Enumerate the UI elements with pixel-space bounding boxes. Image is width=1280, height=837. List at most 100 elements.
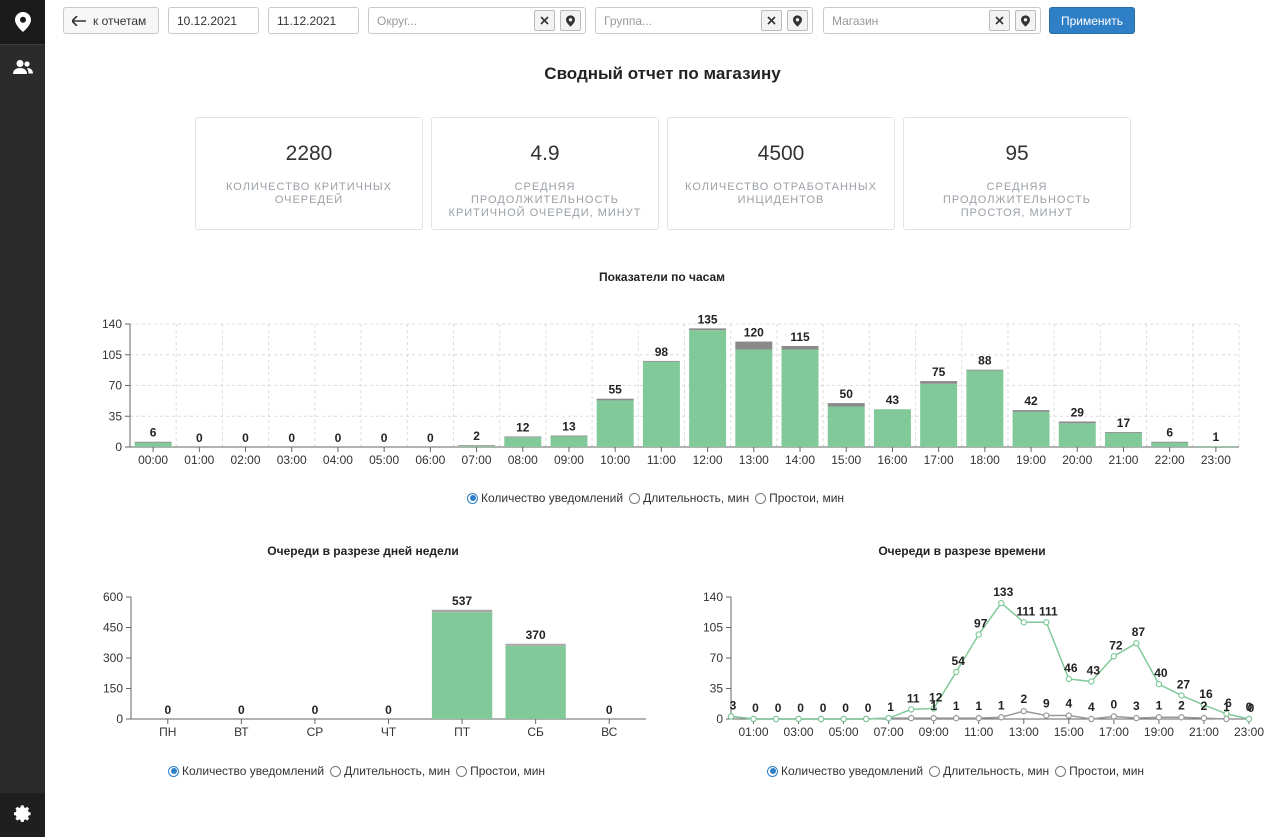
group-select: Группа... (595, 7, 813, 34)
x-tick-label: 07:00 (874, 725, 904, 739)
bar (735, 349, 773, 447)
data-point (1020, 619, 1027, 626)
date-from-input[interactable]: 10.12.2021 (168, 7, 259, 34)
kpi-card: 2280 Количество критичных очередей (195, 117, 423, 230)
data-label-secondary: 1 (975, 699, 982, 713)
bar-segment (966, 369, 1004, 371)
data-label-secondary: 4 (1088, 700, 1095, 714)
data-label-secondary: 0 (1246, 700, 1253, 714)
date-to-input[interactable]: 11.12.2021 (268, 7, 359, 34)
y-tick-label: 600 (103, 590, 123, 604)
data-point (1178, 714, 1185, 721)
map-marker-icon (1021, 14, 1030, 27)
data-label: 0 (381, 431, 388, 445)
data-label: 135 (698, 312, 718, 326)
y-tick-label: 140 (102, 317, 122, 331)
x-tick-label: 05:00 (369, 453, 399, 467)
bar (505, 645, 566, 719)
data-point (1065, 675, 1073, 683)
data-label: 27 (1177, 677, 1191, 691)
data-label: 0 (865, 701, 872, 715)
data-point (1245, 715, 1253, 723)
bar (873, 409, 911, 447)
data-label: 88 (978, 354, 992, 368)
radio-icon (629, 492, 641, 504)
data-point (998, 714, 1005, 721)
radio-duration[interactable]: Длительность, мин (330, 764, 450, 778)
radio-notifications[interactable]: Количество уведомлений (467, 491, 623, 505)
data-point (1088, 715, 1095, 723)
bar-segment (134, 441, 172, 443)
radio-icon (330, 765, 342, 777)
radio-notifications[interactable]: Количество уведомлений (767, 764, 923, 778)
date-from-value: 10.12.2021 (177, 13, 238, 28)
data-point (1043, 712, 1050, 719)
data-label-secondary: 2 (1020, 692, 1027, 706)
data-label: 0 (164, 703, 171, 717)
okrug-map-button[interactable] (560, 10, 581, 31)
group-map-button[interactable] (787, 10, 808, 31)
bar (596, 400, 634, 447)
sidebar-item-map[interactable] (0, 0, 45, 44)
shop-clear-button[interactable] (989, 10, 1010, 31)
data-point (885, 714, 892, 722)
gear-icon (13, 805, 31, 822)
radio-icon (456, 765, 468, 777)
apply-button[interactable]: Применить (1049, 7, 1135, 34)
data-label: 97 (974, 616, 988, 630)
bar-segment (1104, 432, 1142, 433)
data-label: 6 (1225, 696, 1232, 710)
data-point (975, 714, 982, 722)
data-label: 1 (1213, 430, 1220, 444)
data-point (998, 599, 1005, 607)
radio-downtime[interactable]: Простои, мин (456, 764, 545, 778)
data-label: 46 (1064, 661, 1078, 675)
bar (920, 383, 958, 447)
back-to-reports-button[interactable]: к отчетам (63, 7, 159, 34)
data-label-secondary: 1 (998, 698, 1005, 712)
data-point (840, 715, 847, 723)
okrug-clear-button[interactable] (534, 10, 555, 31)
data-label-secondary: 2 (1201, 699, 1208, 713)
bar (689, 330, 727, 447)
data-label: 0 (752, 701, 759, 715)
x-tick-label: 09:00 (919, 725, 949, 739)
radio-label: Количество уведомлений (781, 764, 924, 778)
radio-duration[interactable]: Длительность, мин (629, 491, 749, 505)
data-point (1110, 653, 1118, 660)
data-point (750, 715, 757, 723)
shop-map-button[interactable] (1015, 10, 1036, 31)
bar (1104, 432, 1142, 447)
bar-segment (920, 381, 958, 384)
data-label-secondary: 1 (930, 699, 937, 713)
data-point (1245, 715, 1253, 723)
series-line-secondary (730, 710, 1249, 720)
data-point (750, 715, 757, 723)
radio-duration[interactable]: Длительность, мин (929, 764, 1049, 778)
group-clear-button[interactable] (761, 10, 782, 31)
date-to-value: 11.12.2021 (277, 13, 337, 28)
y-tick-label: 0 (115, 440, 122, 454)
data-point (1223, 710, 1230, 717)
data-label-secondary: 9 (1043, 697, 1050, 711)
radio-label: Простои, мин (470, 764, 546, 778)
radio-notifications[interactable]: Количество уведомлений (168, 764, 324, 778)
radio-label: Простои, мин (1069, 764, 1145, 778)
weekday-chart-title: Очереди в разрезе дней недели (267, 544, 459, 558)
kpi-label: Количество критичных очередей (225, 181, 393, 206)
data-label: 3 (730, 698, 737, 712)
settings-button[interactable] (0, 793, 45, 837)
radio-downtime[interactable]: Простои, мин (1055, 764, 1144, 778)
bar (1012, 411, 1050, 447)
data-label: 50 (840, 387, 854, 401)
data-point (1178, 692, 1185, 699)
data-label: 0 (196, 431, 203, 445)
data-label: 2 (473, 429, 480, 443)
data-label: 17 (1117, 416, 1131, 430)
radio-downtime[interactable]: Простои, мин (755, 491, 844, 505)
radio-icon (1055, 765, 1067, 777)
bar (134, 442, 172, 447)
bar-segment (735, 341, 773, 350)
data-point (772, 715, 780, 723)
x-tick-label: 17:00 (924, 453, 954, 467)
